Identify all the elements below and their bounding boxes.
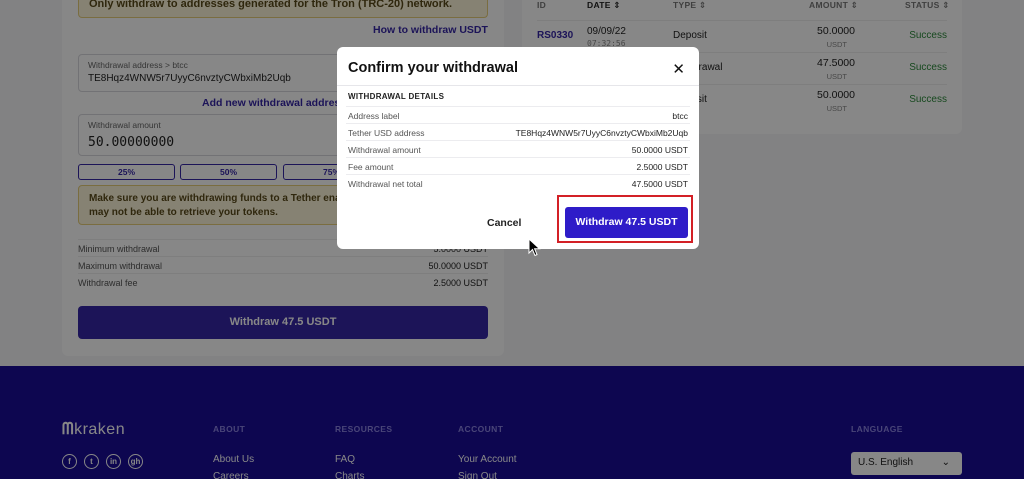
detail-row-withdrawal-amount: Withdrawal amount 50.0000 USDT: [346, 140, 690, 157]
detail-key: Tether USD address: [348, 128, 425, 138]
detail-row-net-total: Withdrawal net total 47.5000 USDT: [346, 174, 690, 191]
dialog-divider: [337, 85, 699, 86]
detail-value: TE8Hqz4WNW5r7UyyC6nvztyCWbxiMb2Uqb: [515, 128, 688, 138]
cancel-button[interactable]: Cancel: [487, 217, 521, 229]
details-heading: WITHDRAWAL DETAILS: [348, 92, 445, 101]
confirm-withdrawal-dialog: Confirm your withdrawal ✕ WITHDRAWAL DET…: [337, 47, 699, 249]
detail-key: Withdrawal net total: [348, 179, 423, 189]
detail-row-tether-address: Tether USD address TE8Hqz4WNW5r7UyyC6nvz…: [346, 123, 690, 140]
detail-value: 2.5000 USDT: [636, 162, 689, 172]
detail-value: 50.0000 USDT: [631, 145, 688, 155]
detail-value: 47.5000 USDT: [631, 179, 688, 189]
detail-row-address-label: Address label btcc: [346, 106, 690, 123]
detail-value: btcc: [672, 111, 688, 121]
close-icon[interactable]: ✕: [672, 60, 685, 78]
detail-key: Fee amount: [348, 162, 394, 172]
detail-key: Address label: [348, 111, 400, 121]
detail-row-fee-amount: Fee amount 2.5000 USDT: [346, 157, 690, 174]
confirm-withdraw-button[interactable]: Withdraw 47.5 USDT: [565, 207, 688, 238]
mouse-cursor-icon: [528, 238, 541, 257]
dialog-title: Confirm your withdrawal: [348, 60, 518, 76]
detail-key: Withdrawal amount: [348, 145, 421, 155]
